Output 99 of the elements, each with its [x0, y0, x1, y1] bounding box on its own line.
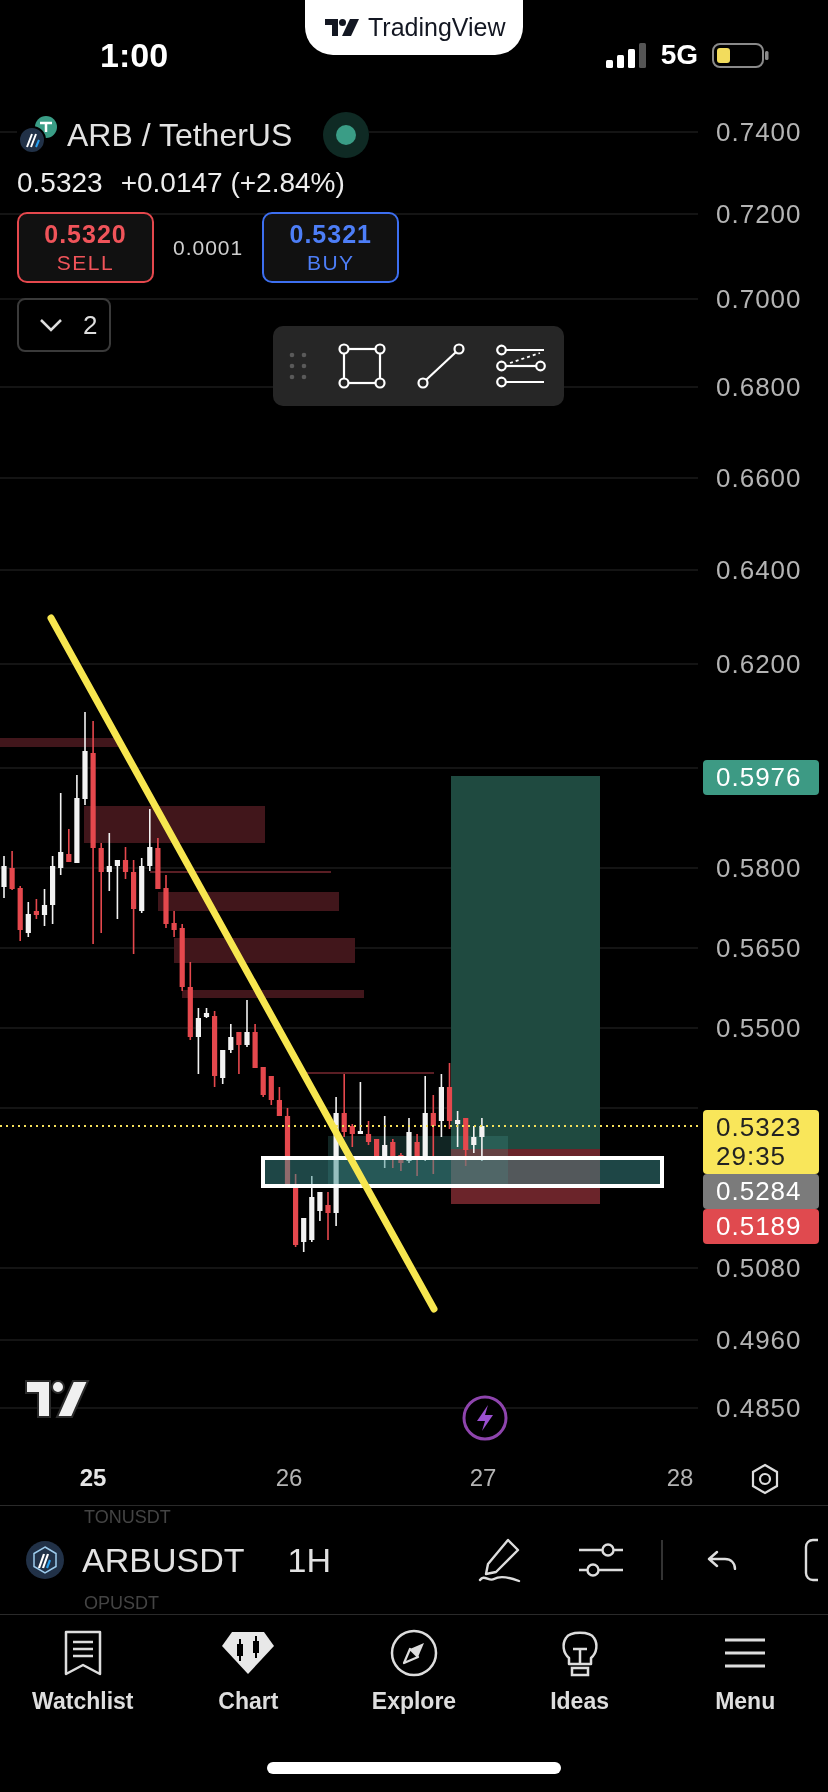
undo-icon[interactable]: [707, 1550, 737, 1570]
bullish-candle: [244, 1000, 250, 1047]
bullish-candle: [114, 860, 120, 919]
logo-icon: [325, 19, 359, 36]
price-label: 0.7400: [716, 117, 802, 147]
bullish-candle: [147, 809, 153, 871]
price-label: 0.4850: [716, 1393, 802, 1423]
time-label: 25: [78, 1463, 108, 1493]
signal-icon: [605, 42, 647, 68]
bearish-candle: [390, 1139, 396, 1168]
bullish-candle: [301, 1218, 307, 1252]
drag-handle-icon[interactable]: [289, 352, 307, 380]
bullish-candle: [106, 833, 112, 891]
bullish-candle: [382, 1116, 388, 1168]
bearish-candle: [463, 1118, 469, 1166]
bearish-candle: [341, 1074, 347, 1137]
chevron-down-icon: [39, 318, 63, 332]
bearish-candle: [33, 899, 39, 919]
lightning-icon[interactable]: [462, 1395, 508, 1441]
bearish-candle: [9, 851, 15, 890]
menu-icon: [725, 1638, 766, 1668]
bearish-candle: [268, 1076, 274, 1105]
price-tag: 0.5189: [703, 1209, 819, 1244]
settings-icon[interactable]: [749, 1463, 781, 1495]
nav-tab[interactable]: Explore: [331, 1615, 497, 1740]
brand-name: TradingView: [368, 13, 506, 42]
price-label: 0.6600: [716, 463, 802, 493]
bearish-candle: [163, 875, 169, 928]
lightbulb-icon: [559, 1629, 600, 1677]
bearish-candle: [260, 1067, 266, 1097]
price-tag: 0.5323 29:35: [703, 1110, 819, 1174]
sell-button[interactable]: 0.5320 SELL: [17, 212, 154, 283]
candles-badge-icon: [222, 1630, 275, 1676]
logo-icon: [24, 1379, 90, 1419]
bullish-candle: [228, 1024, 234, 1053]
fib-tool-icon[interactable]: [496, 344, 546, 388]
bullish-candle: [203, 1008, 210, 1018]
rectangle-tool-icon[interactable]: [338, 343, 386, 389]
bearish-candle: [17, 886, 23, 941]
price-label: 0.7200: [716, 199, 802, 229]
nav-tab[interactable]: Watchlist: [0, 1615, 166, 1740]
bearish-candle: [349, 1124, 355, 1147]
bearish-candle: [171, 911, 177, 937]
bullish-candle: [455, 1111, 461, 1147]
price-change: +0.0147 (+2.84%): [120, 168, 345, 198]
bearish-candle: [276, 1087, 282, 1116]
bearish-candle: [155, 838, 161, 889]
bearish-candle: [252, 1024, 258, 1068]
price-label: 0.5080: [716, 1253, 802, 1283]
price-label: 0.5500: [716, 1013, 802, 1043]
pencil-icon[interactable]: [478, 1537, 521, 1583]
price-label: 0.6800: [716, 372, 802, 402]
time-label: 27: [468, 1463, 498, 1493]
bullish-candle: [220, 1050, 226, 1084]
bullish-candle: [139, 858, 145, 913]
bearish-candle: [414, 1134, 420, 1176]
bullish-candle: [471, 1126, 477, 1153]
bullish-candle: [195, 1008, 201, 1074]
nav-tab[interactable]: Chart: [165, 1615, 332, 1740]
status-time: 1:00: [100, 36, 169, 74]
bullish-candle: [357, 1082, 363, 1134]
collapse-button[interactable]: 2: [17, 298, 111, 352]
interval-button[interactable]: 1H: [287, 1540, 331, 1580]
frame-corner-icon[interactable]: [804, 1538, 820, 1582]
coin-icon: [25, 1540, 65, 1580]
nav-tab[interactable]: Menu: [662, 1615, 828, 1740]
price-label: 0.5800: [716, 853, 802, 883]
bullish-candle: [406, 1118, 412, 1163]
sliders-icon[interactable]: [579, 1541, 623, 1579]
bearish-candle: [398, 1153, 404, 1171]
bullish-candle: [50, 856, 56, 924]
price-label: 0.6400: [716, 555, 802, 585]
network-label: 5G: [660, 40, 698, 70]
bullish-candle: [309, 1176, 315, 1242]
time-label: 28: [665, 1463, 695, 1493]
bookmark-list-icon: [62, 1630, 103, 1676]
price-tag: 0.5284: [703, 1174, 819, 1209]
nav-tab[interactable]: Ideas: [496, 1615, 663, 1740]
price-label: 0.6200: [716, 649, 802, 679]
price-tag: 0.5976: [703, 760, 819, 795]
symbol-name[interactable]: ARBUSDT: [82, 1540, 245, 1580]
time-label: 26: [274, 1463, 304, 1493]
price-label: 0.5650: [716, 933, 802, 963]
bearish-candle: [446, 1063, 453, 1129]
bearish-candle: [179, 924, 185, 991]
line-tool-icon[interactable]: [417, 343, 465, 389]
bullish-candle: [317, 1192, 323, 1221]
compass-icon: [390, 1629, 438, 1677]
bullish-candle: [25, 902, 31, 937]
price-label: 0.4960: [716, 1325, 802, 1355]
bullish-candle: [438, 1074, 444, 1137]
battery-icon: [712, 42, 769, 68]
bearish-candle: [365, 1121, 372, 1145]
buy-button[interactable]: 0.5321 BUY: [262, 212, 400, 283]
price-label: 0.7000: [716, 284, 802, 314]
bearish-candle: [236, 1032, 242, 1074]
last-price: 0.5323: [17, 168, 103, 198]
bullish-candle: [479, 1118, 485, 1161]
bearish-candle: [66, 829, 72, 862]
